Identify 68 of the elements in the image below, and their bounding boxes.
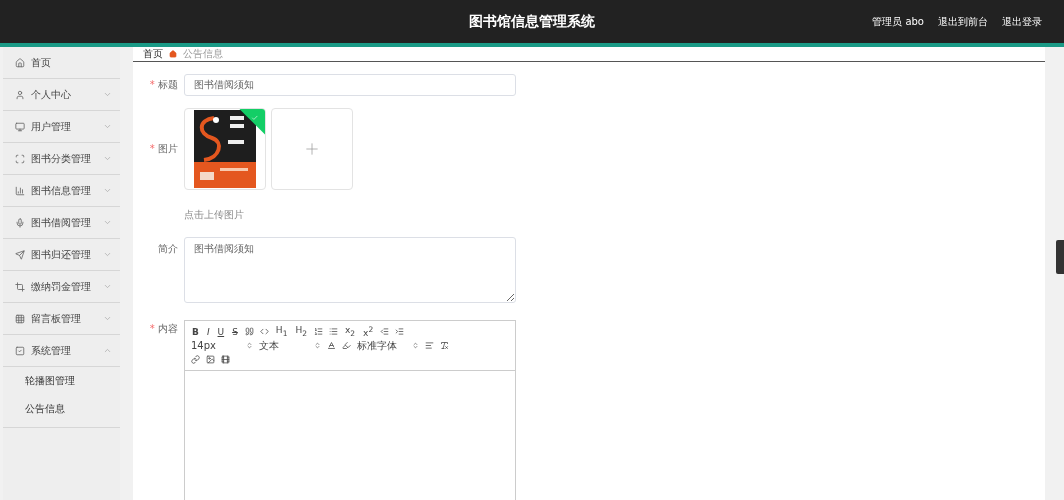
outdent-icon[interactable] (380, 327, 390, 336)
align-icon[interactable] (425, 341, 434, 350)
home-icon (169, 50, 177, 58)
sidebar-item[interactable]: 首页 (3, 47, 120, 79)
side-handle[interactable] (1056, 240, 1064, 274)
sidebar-item[interactable]: 用户管理 (3, 111, 120, 143)
sidebar-item[interactable]: 缴纳罚金管理 (3, 271, 120, 303)
header-link[interactable]: 退出登录 (1002, 14, 1042, 29)
toolbar-select[interactable]: 14px (191, 340, 253, 351)
sidebar-item[interactable]: 图书借阅管理 (3, 207, 120, 239)
plus-icon (303, 140, 321, 158)
toolbar-button[interactable]: H$_{2}$ (294, 323, 308, 340)
checkbox-icon (15, 345, 25, 356)
check-icon (250, 114, 258, 122)
field-label: 简介 (157, 242, 179, 256)
image-icon[interactable] (206, 355, 215, 364)
submenu-item[interactable]: 公告信息 (3, 395, 120, 423)
toolbar-select[interactable]: 标准字体 (357, 338, 419, 353)
updown-icon (246, 342, 253, 349)
grid-icon (15, 313, 25, 324)
sidebar-item[interactable]: 系统管理 (3, 335, 120, 367)
code-icon[interactable] (259, 327, 269, 336)
scan-icon (15, 153, 25, 164)
text-color-icon[interactable] (327, 341, 336, 350)
ordered-list-icon[interactable] (313, 327, 323, 336)
crop-icon (15, 281, 25, 292)
home-icon (15, 57, 25, 68)
sidebar-item[interactable]: 图书分类管理 (3, 143, 120, 175)
sidebar-item[interactable]: 图书信息管理 (3, 175, 120, 207)
header-link[interactable]: 退出到前台 (938, 14, 988, 29)
toolbar-button[interactable]: U (216, 325, 226, 338)
user-name: 管理员 abo (872, 14, 924, 29)
toolbar-button[interactable]: H$_{1}$ (274, 323, 289, 340)
clear-format-icon[interactable] (440, 341, 449, 350)
uploaded-image[interactable] (184, 108, 266, 190)
submenu-item[interactable]: 轮播图管理 (3, 367, 120, 395)
send-icon (15, 249, 25, 260)
updown-icon (412, 342, 419, 349)
bar-chart-icon (15, 185, 25, 196)
field-label: * 标题 (148, 78, 179, 92)
rich-text-editor[interactable]: B I U S H$_{1}$ H$_{2}$ x$_{2}$ x$^{2}$ 14px 文本 标准字体 (184, 320, 516, 500)
summary-field[interactable]: 图书借阅须知 (184, 237, 516, 303)
toolbar-button[interactable]: S (231, 325, 239, 338)
indent-icon[interactable] (395, 327, 405, 336)
updown-icon (314, 342, 321, 349)
link-icon[interactable] (191, 355, 200, 364)
highlight-icon[interactable] (342, 341, 351, 350)
microphone-icon (15, 217, 25, 228)
toolbar-button[interactable]: x$^{2}$ (362, 324, 375, 339)
title-field[interactable]: 图书借阅须知 (184, 74, 516, 96)
toolbar-button[interactable]: I (205, 325, 211, 338)
breadcrumb-link[interactable]: 首页 (143, 47, 163, 61)
film-icon[interactable] (221, 355, 230, 364)
sidebar-item[interactable]: 图书归还管理 (3, 239, 120, 271)
user-icon (15, 89, 25, 100)
toolbar-button[interactable]: x$_{2}$ (343, 323, 357, 340)
monitor-icon (15, 121, 25, 132)
breadcrumb-current: 公告信息 (183, 47, 223, 61)
app-title: 图书馆信息管理系统 (469, 12, 595, 31)
field-label: * 内容 (148, 322, 179, 336)
list-icon[interactable] (328, 327, 338, 336)
quote-icon[interactable] (244, 327, 254, 336)
field-label: * 图片 (148, 142, 179, 156)
toolbar-select[interactable]: 文本 (259, 338, 321, 353)
sidebar-item[interactable]: 留言板管理 (3, 303, 120, 335)
sidebar-item[interactable]: 个人中心 (3, 79, 120, 111)
toolbar-button[interactable]: B (191, 325, 200, 338)
upload-hint: 点击上传图片 (184, 208, 244, 222)
